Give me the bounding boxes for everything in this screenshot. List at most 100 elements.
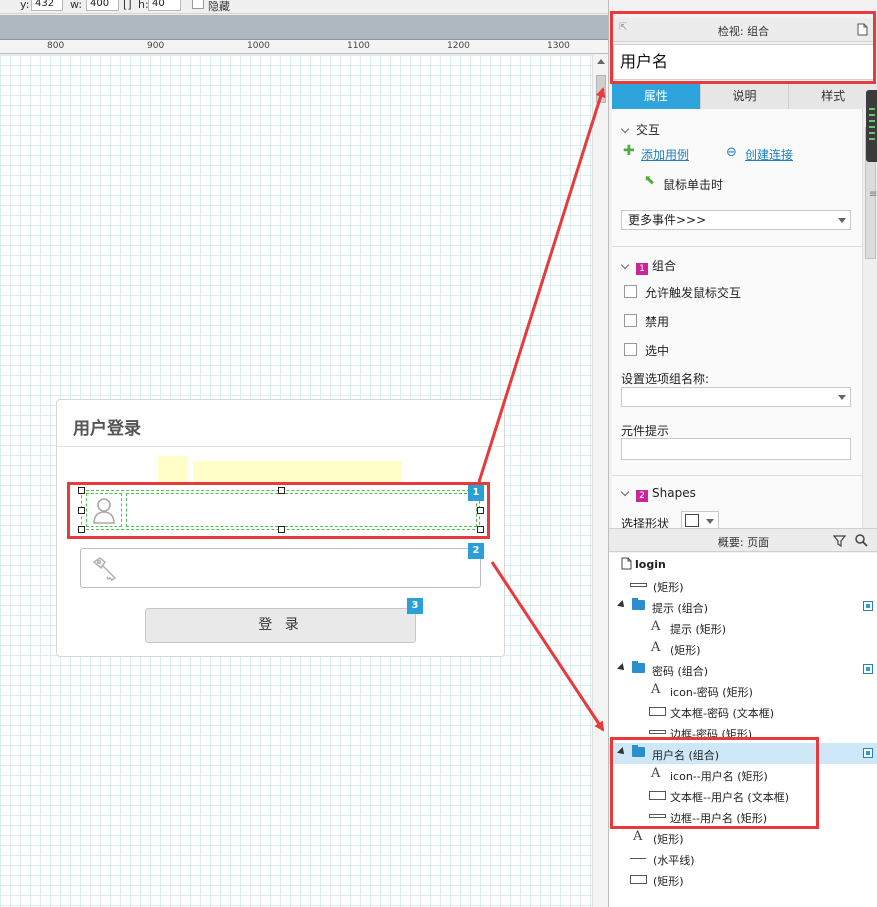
horizontal-ruler: 800 900 1000 1100 1200 1300 xyxy=(0,40,608,54)
hint-rect[interactable] xyxy=(158,456,188,482)
disabled-checkbox[interactable] xyxy=(624,314,637,327)
allow-mouse-label: 允许触发鼠标交互 xyxy=(645,286,742,300)
outline-row[interactable]: 文本框-密码 (文本框) xyxy=(609,701,877,722)
shapes-section[interactable]: 2 Shapes xyxy=(620,486,696,502)
outline-label: 提示 (组合) xyxy=(652,602,709,615)
ruler-tick: 800 xyxy=(47,41,65,51)
outline-row-group[interactable]: 密码 (组合) xyxy=(609,659,877,680)
scroll-thumb[interactable] xyxy=(596,75,606,103)
disabled-label: 禁用 xyxy=(645,315,670,329)
login-button[interactable]: 登 录 xyxy=(145,608,416,643)
annotation-frame-username xyxy=(67,482,490,539)
outline-row[interactable]: (矩形) xyxy=(609,869,877,890)
folder-icon xyxy=(632,661,645,673)
chevron-down-icon xyxy=(838,395,846,400)
page-icon xyxy=(621,557,632,570)
outline-label: (矩形) xyxy=(653,581,684,594)
outline-row[interactable]: A 提示 (矩形) xyxy=(609,617,877,638)
canvas-tab-bar xyxy=(0,15,608,40)
expand-triangle-icon[interactable] xyxy=(617,663,627,673)
outline-label: (矩形) xyxy=(653,875,684,888)
more-events-dropdown[interactable]: 更多事件>>> xyxy=(621,210,851,230)
tab-properties[interactable]: 属性 xyxy=(612,84,701,109)
outline-label: (矩形) xyxy=(653,833,684,846)
chevron-down-icon xyxy=(620,260,630,270)
shapes-title: Shapes xyxy=(652,486,696,500)
w-input[interactable]: 400 xyxy=(86,0,119,11)
properties-toolbar: y: 432 w: 400 ⌊⌋ h: 40 隐藏 xyxy=(0,0,608,14)
divider xyxy=(612,475,862,476)
grip-icon: ≡ xyxy=(869,189,877,200)
y-input[interactable]: 432 xyxy=(31,0,63,11)
scroll-up-icon[interactable] xyxy=(597,59,605,64)
outline-row-login[interactable]: login xyxy=(609,554,877,575)
ruler-tick: 1200 xyxy=(447,41,470,51)
tab-notes[interactable]: 说明 xyxy=(700,84,790,109)
chevron-down-icon xyxy=(620,124,630,134)
text-icon: A xyxy=(633,829,643,844)
properties-pane: 交互 ✚ 添加用例 ⊖ 创建连接 ⬉ 鼠标单击时 更多事件>>> 1 组合 允许触… xyxy=(612,109,862,528)
tab-style[interactable]: 样式 xyxy=(789,84,877,109)
shapes-badge: 2 xyxy=(636,490,648,502)
more-events-value: 更多事件>>> xyxy=(628,213,707,227)
login-title: 用户登录 xyxy=(73,419,141,439)
divider xyxy=(612,246,862,247)
textbox-icon xyxy=(649,707,666,716)
group-section[interactable]: 1 组合 xyxy=(620,257,676,275)
selected-checkbox[interactable] xyxy=(624,343,637,356)
outline-label: 文本框-密码 (文本框) xyxy=(670,707,775,720)
link-icon[interactable]: ⊖ xyxy=(726,145,737,160)
visibility-icon[interactable] xyxy=(863,748,873,758)
text-icon: A xyxy=(651,619,661,634)
hidden-checkbox[interactable] xyxy=(192,0,204,9)
lock-ratio-icon[interactable]: ⌊⌋ xyxy=(123,0,132,11)
group-badge: 1 xyxy=(636,263,648,275)
outline-row[interactable]: (矩形) xyxy=(609,575,877,596)
password-field[interactable] xyxy=(80,548,481,588)
outline-row[interactable]: A (矩形) xyxy=(609,638,877,659)
key-icon xyxy=(92,557,117,581)
h-input[interactable]: 40 xyxy=(148,0,181,11)
outline-label: 提示 (矩形) xyxy=(670,623,727,636)
outline-label: (矩形) xyxy=(670,644,701,657)
outline-row[interactable]: (水平线) xyxy=(609,848,877,869)
outline-row-group[interactable]: 提示 (组合) xyxy=(609,596,877,617)
interaction-section[interactable]: 交互 xyxy=(620,121,661,138)
search-icon[interactable] xyxy=(855,534,868,547)
outline-header: 概要: 页面 xyxy=(609,528,877,552)
hint-text-rect[interactable] xyxy=(193,461,402,482)
event-on-click[interactable]: 鼠标单击时 xyxy=(663,176,723,193)
expand-triangle-icon[interactable] xyxy=(617,600,627,610)
folder-icon xyxy=(632,598,645,610)
text-icon: A xyxy=(651,682,661,697)
w-label: w: xyxy=(70,0,83,11)
option-group-label: 设置选项组名称: xyxy=(621,372,710,386)
rectangle-icon xyxy=(685,514,699,527)
outline-label: login xyxy=(635,558,666,571)
add-case-link[interactable]: 添加用例 xyxy=(641,146,689,163)
shape-picker[interactable] xyxy=(681,511,719,528)
canvas-scrollbar[interactable] xyxy=(592,55,608,907)
text-icon: A xyxy=(651,640,661,655)
annotation-badge: 3 xyxy=(407,598,423,614)
outline-row[interactable]: A icon-密码 (矩形) xyxy=(609,680,877,701)
design-canvas[interactable]: 用户登录 1 2 登 录 3 xyxy=(0,55,592,907)
inspector-tabs: 属性 说明 样式 xyxy=(612,84,877,109)
interaction-title: 交互 xyxy=(636,123,661,137)
title-divider xyxy=(57,446,504,447)
outline-row[interactable]: A (矩形) xyxy=(609,827,877,848)
outline-label: (水平线) xyxy=(653,854,695,867)
visibility-icon[interactable] xyxy=(863,664,873,674)
properties-scrollbar[interactable]: ≡ xyxy=(862,109,877,528)
tooltip-input[interactable] xyxy=(621,438,851,460)
create-link-link[interactable]: 创建连接 xyxy=(745,146,793,163)
cursor-icon: ⬉ xyxy=(644,173,655,188)
filter-icon[interactable] xyxy=(833,535,846,547)
chevron-down-icon xyxy=(620,487,630,497)
add-icon[interactable]: ✚ xyxy=(623,143,635,159)
option-group-dropdown[interactable] xyxy=(621,387,851,407)
allow-mouse-checkbox[interactable] xyxy=(624,285,637,298)
side-toolbar-strip[interactable] xyxy=(866,90,877,162)
select-shape-label: 选择形状 xyxy=(621,517,670,528)
visibility-icon[interactable] xyxy=(863,601,873,611)
